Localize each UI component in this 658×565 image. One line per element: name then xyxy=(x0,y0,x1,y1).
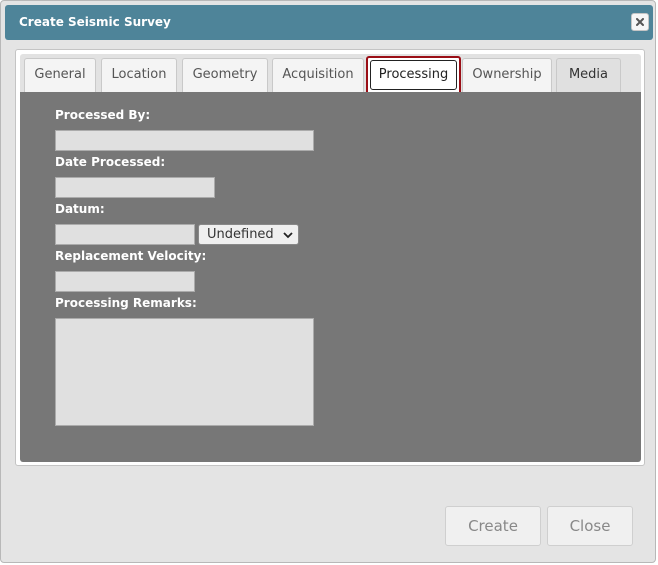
processed-by-label: Processed By: xyxy=(55,108,151,122)
tab-geometry[interactable]: Geometry xyxy=(182,58,268,92)
replacement-velocity-input[interactable] xyxy=(55,271,195,292)
dialog-content: General Location Geometry Acquisition Pr… xyxy=(15,49,645,466)
date-processed-label: Date Processed: xyxy=(55,155,166,169)
tab-acquisition[interactable]: Acquisition xyxy=(272,58,364,92)
tab-location[interactable]: Location xyxy=(101,58,177,92)
processed-by-input[interactable] xyxy=(55,130,314,151)
processing-remarks-label: Processing Remarks: xyxy=(55,296,197,310)
date-processed-input[interactable] xyxy=(55,177,215,198)
tab-ownership[interactable]: Ownership xyxy=(462,58,552,92)
processing-panel: Processed By: Date Processed: Datum: Und… xyxy=(20,92,641,462)
close-button[interactable]: Close xyxy=(547,506,633,546)
datum-input[interactable] xyxy=(55,224,195,245)
tab-processing-label: Processing xyxy=(370,60,457,90)
create-seismic-survey-dialog: Create Seismic Survey General Location G… xyxy=(0,0,656,563)
datum-unit-value: Undefined xyxy=(207,227,274,242)
datum-unit-select[interactable]: Undefined xyxy=(198,224,299,245)
replacement-velocity-label: Replacement Velocity: xyxy=(55,249,207,263)
close-icon xyxy=(636,18,644,26)
dialog-title: Create Seismic Survey xyxy=(19,15,171,29)
tab-general[interactable]: General xyxy=(24,58,96,92)
tab-processing[interactable]: Processing xyxy=(366,56,461,94)
dialog-titlebar[interactable]: Create Seismic Survey xyxy=(5,5,653,40)
processing-remarks-textarea[interactable] xyxy=(55,318,314,426)
chevron-down-icon xyxy=(283,232,293,239)
datum-label: Datum: xyxy=(55,202,105,216)
dialog-close-button[interactable] xyxy=(631,13,649,31)
tab-media[interactable]: Media xyxy=(556,58,621,92)
create-button[interactable]: Create xyxy=(445,506,541,546)
